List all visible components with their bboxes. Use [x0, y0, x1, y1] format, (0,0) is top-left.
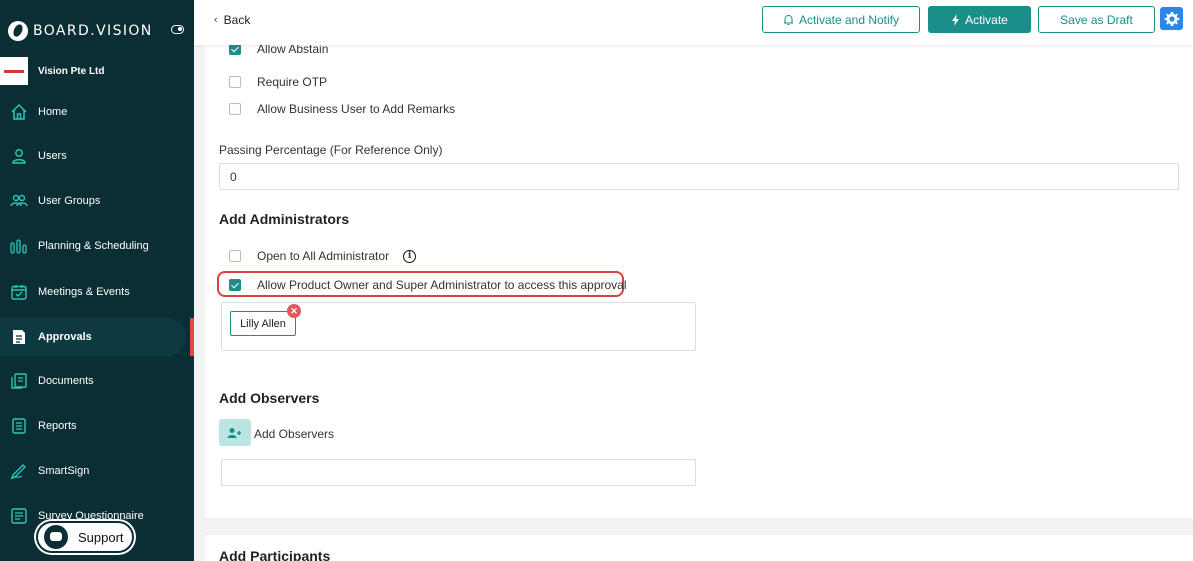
administrator-chip-label: Lilly Allen [240, 317, 286, 330]
lightning-icon [952, 13, 960, 26]
sidebar-item-label: Planning & Scheduling [38, 240, 149, 252]
add-observers-label: Add Observers [254, 427, 335, 441]
gear-icon [1164, 11, 1180, 27]
sidebar-item-label: Documents [38, 375, 94, 387]
sidebar-item-reports[interactable]: Reports [0, 407, 194, 445]
save-as-draft-label: Save as Draft [1060, 12, 1133, 27]
participants-card [205, 535, 1193, 561]
activate-and-notify-button[interactable]: Activate and Notify [762, 6, 920, 33]
passing-percentage-label: Passing Percentage (For Reference Only) [219, 143, 443, 157]
sidebar-item-meetings[interactable]: Meetings & Events [0, 273, 194, 311]
org-logo [0, 57, 28, 85]
active-indicator [190, 318, 194, 356]
reports-icon [12, 418, 26, 434]
sidebar-item-users[interactable]: Users [0, 137, 194, 175]
app-logo[interactable]: BOARD.VISION [8, 19, 188, 43]
sidebar-item-documents[interactable]: Documents [0, 362, 194, 400]
support-button[interactable]: Support [36, 521, 134, 553]
user-groups-icon [10, 194, 28, 207]
calendar-icon [11, 285, 27, 300]
sidebar-item-approvals[interactable]: Approvals [0, 318, 186, 356]
open-to-all-admin-checkbox[interactable] [229, 250, 241, 262]
documents-icon [11, 373, 27, 389]
require-otp-label: Require OTP [257, 75, 328, 89]
add-administrators-title: Add Administrators [219, 211, 350, 227]
observers-input[interactable] [221, 459, 696, 486]
sidebar-item-label: Reports [38, 420, 77, 432]
allow-owner-access-checkbox[interactable] [229, 279, 241, 291]
sidebar-item-label: Meetings & Events [38, 286, 130, 298]
add-observers-button[interactable] [219, 419, 251, 446]
open-to-all-admin-option[interactable]: Open to All Administrator i [229, 249, 417, 263]
back-button[interactable]: ‹ Back [214, 13, 250, 27]
add-observers-title: Add Observers [219, 390, 320, 406]
allow-remarks-checkbox[interactable] [229, 103, 241, 115]
allow-remarks-label: Allow Business User to Add Remarks [257, 102, 456, 116]
require-otp-checkbox[interactable] [229, 76, 241, 88]
allow-owner-access-option[interactable]: Allow Product Owner and Super Administra… [229, 278, 627, 292]
approvals-icon [13, 330, 25, 344]
back-label: Back [223, 13, 251, 27]
sidebar-toggle-icon[interactable] [171, 25, 184, 34]
bell-icon [783, 14, 793, 25]
smartsign-icon [10, 464, 26, 480]
support-label: Support [78, 529, 124, 545]
sidebar-item-home[interactable]: Home [0, 93, 194, 131]
require-otp-option[interactable]: Require OTP [229, 75, 327, 89]
settings-button[interactable] [1160, 7, 1183, 30]
sidebar-item-label: User Groups [38, 195, 101, 207]
top-bar: ‹ Back Activate and Notify Activate Save… [194, 0, 1193, 45]
logo-mark-icon [8, 21, 28, 41]
sidebar: BOARD.VISION Vision Pte Ltd Home Users U… [0, 0, 194, 561]
org-switcher[interactable]: Vision Pte Ltd [0, 57, 194, 85]
open-to-all-admin-label: Open to All Administrator [257, 249, 390, 263]
planning-icon [10, 239, 27, 254]
sidebar-item-planning[interactable]: Planning & Scheduling [0, 227, 194, 265]
sidebar-item-smartsign[interactable]: SmartSign [0, 452, 194, 490]
survey-icon [11, 508, 27, 524]
administrator-chip: Lilly Allen [230, 311, 296, 336]
add-participants-title: Add Participants [219, 548, 331, 561]
sidebar-item-label: Home [38, 106, 68, 118]
add-user-icon [227, 427, 241, 438]
home-icon [11, 103, 27, 120]
remove-chip-close-icon[interactable]: ✕ [287, 304, 301, 318]
passing-percentage-input[interactable]: 0 [219, 163, 1179, 190]
chevron-left-icon: ‹ [214, 14, 218, 26]
sidebar-item-label: Users [38, 150, 67, 162]
allow-owner-access-label: Allow Product Owner and Super Administra… [257, 278, 627, 292]
sidebar-item-label: SmartSign [38, 465, 90, 477]
activate-button[interactable]: Activate [928, 6, 1031, 33]
allow-remarks-option[interactable]: Allow Business User to Add Remarks [229, 102, 455, 116]
org-name: Vision Pte Ltd [38, 65, 105, 77]
chat-icon [44, 525, 68, 549]
app-name: BOARD.VISION [33, 23, 153, 39]
activate-label: Activate [965, 12, 1008, 27]
sidebar-item-label: Approvals [38, 331, 92, 343]
save-as-draft-button[interactable]: Save as Draft [1038, 6, 1155, 33]
sidebar-item-user-groups[interactable]: User Groups [0, 182, 194, 220]
user-icon [12, 149, 26, 164]
info-icon[interactable]: i [403, 249, 417, 263]
activate-and-notify-label: Activate and Notify [798, 12, 900, 27]
